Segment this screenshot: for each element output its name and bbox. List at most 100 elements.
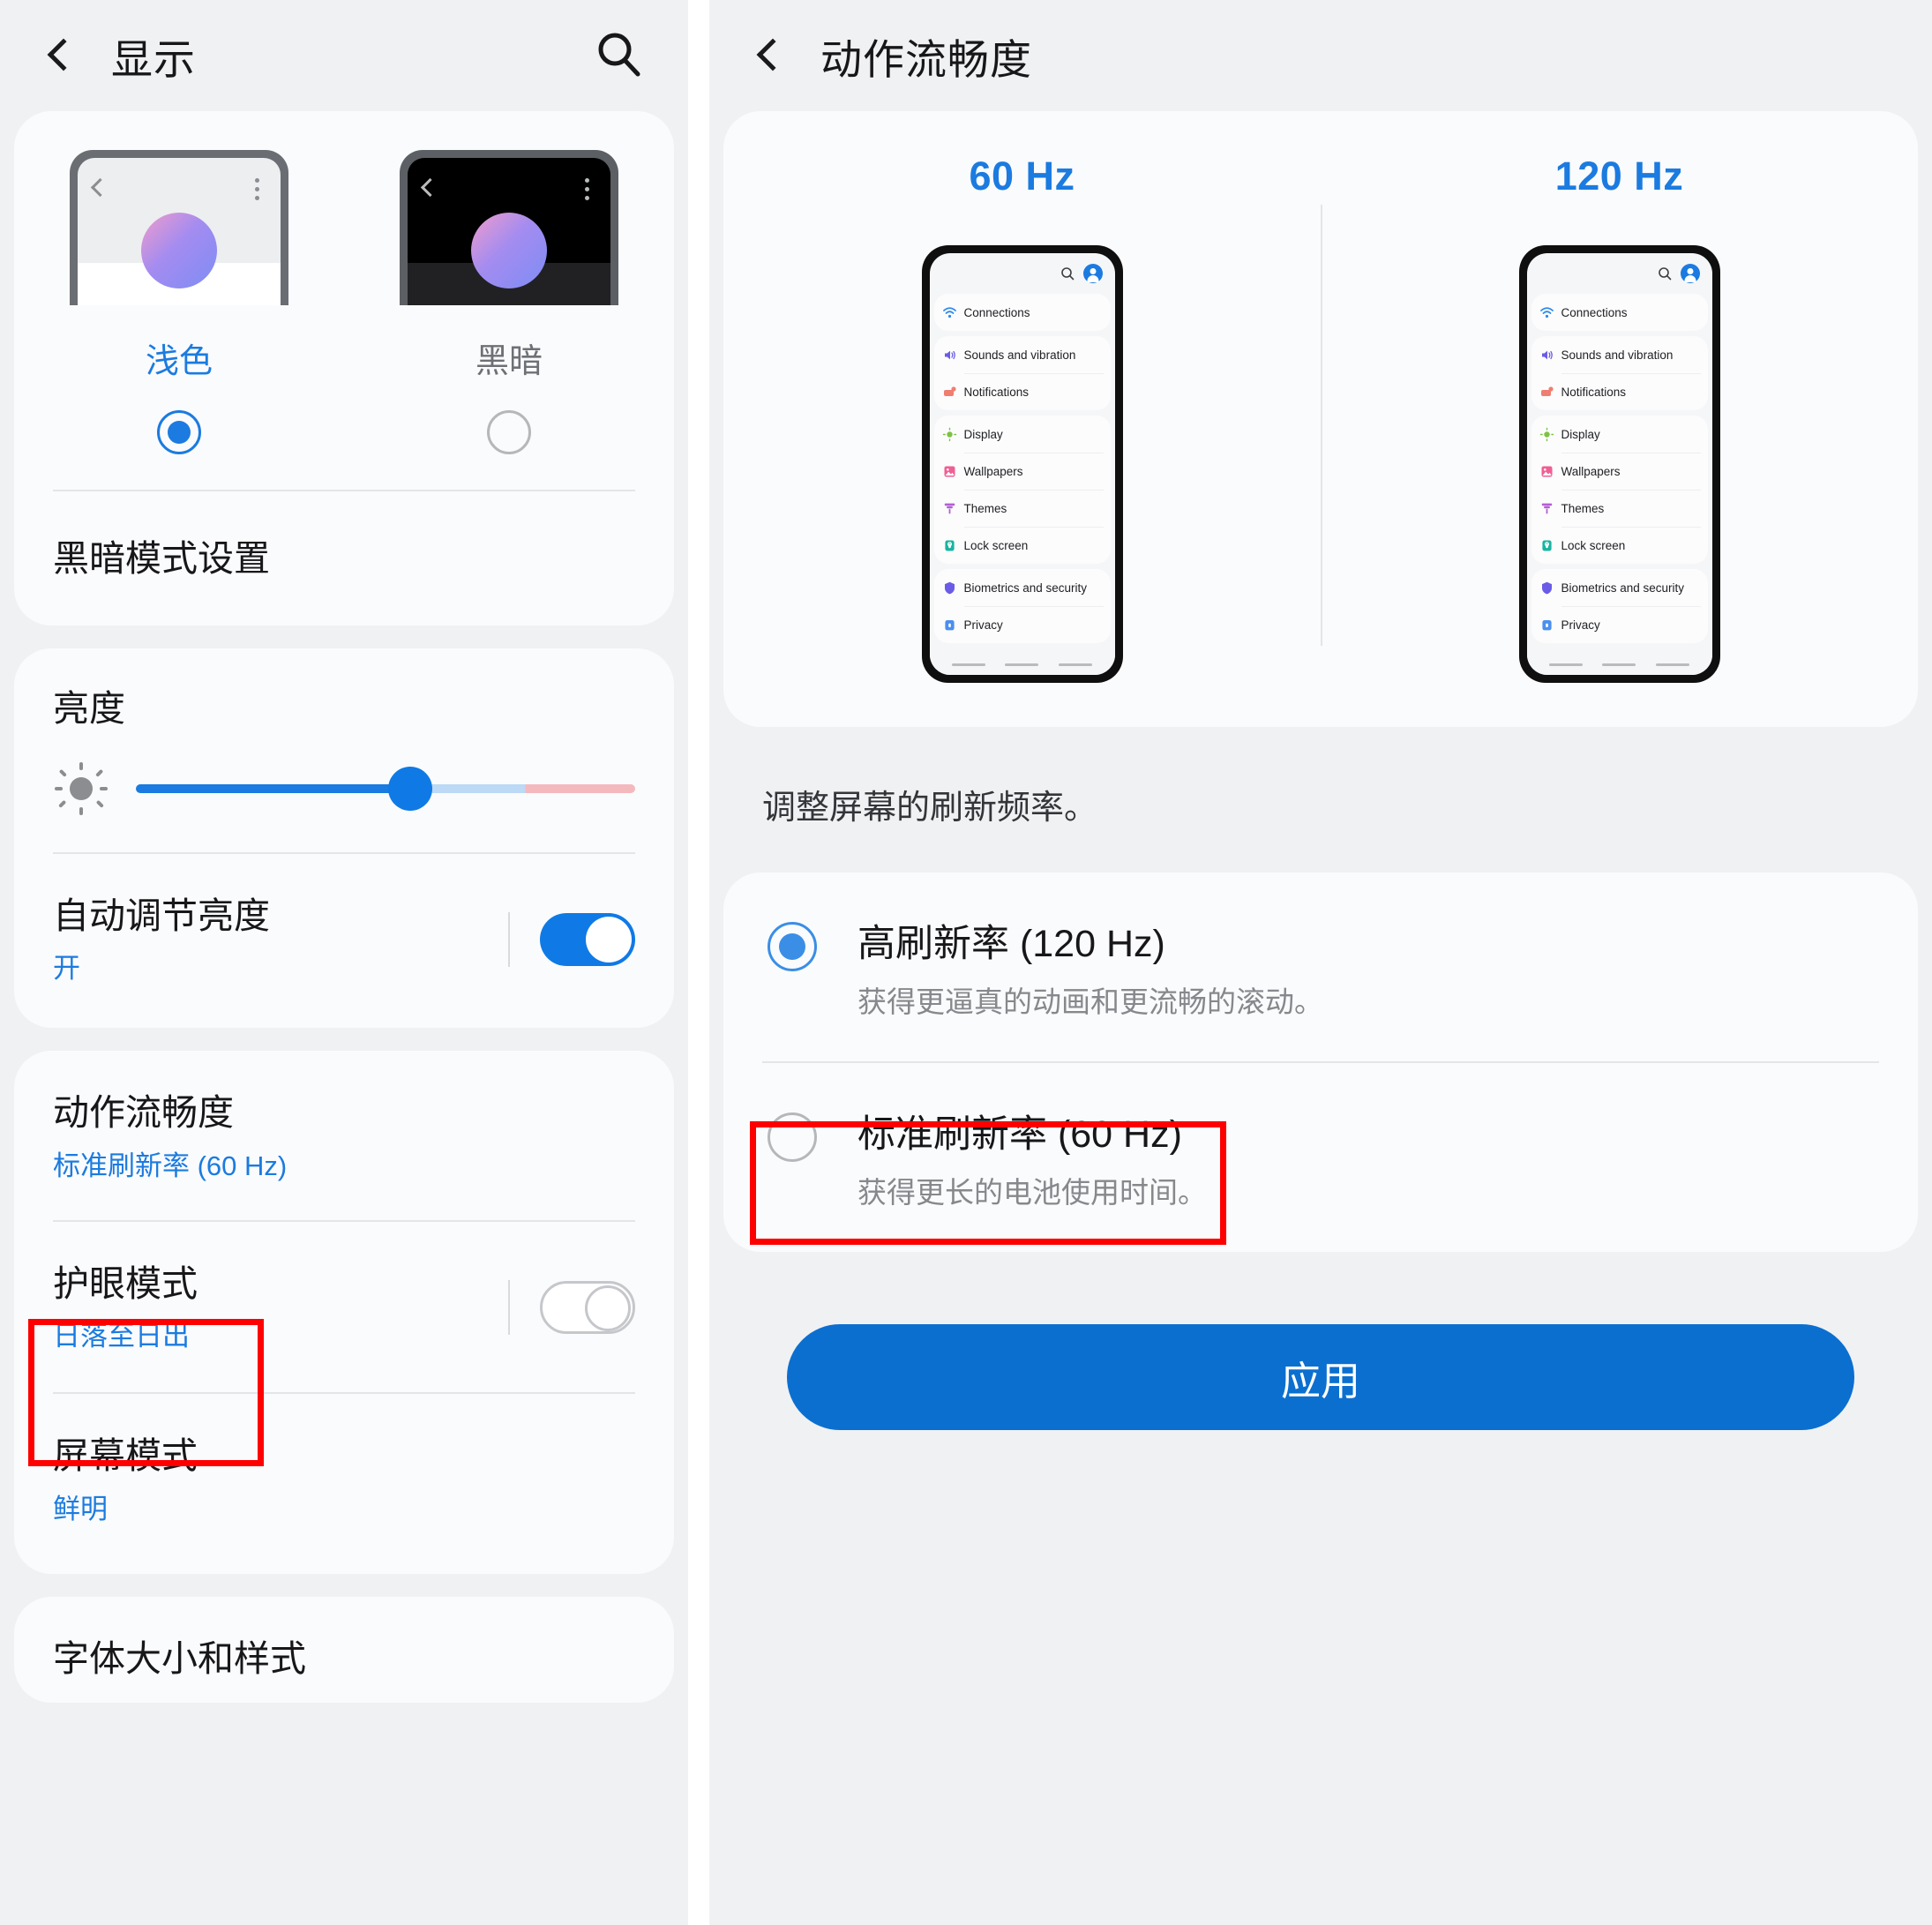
dual-screenshot: 显示 浅色 黑暗 黑暗模式设置 亮度 自动调节亮度 开 动作流畅度 标准刷新率 … [0, 0, 1932, 1925]
list-item: Connections [934, 294, 1111, 331]
screen-mode-label: 屏幕模式 [53, 1435, 198, 1477]
notification-icon [942, 385, 957, 400]
themes-icon [1539, 501, 1554, 516]
brightness-slider[interactable] [136, 766, 635, 811]
preview-label-60hz: 60 Hz [969, 154, 1075, 198]
divider [508, 1279, 510, 1335]
radio-high-refresh[interactable] [768, 922, 817, 972]
font-size-label: 字体大小和样式 [53, 1637, 306, 1679]
theme-card: 浅色 黑暗 黑暗模式设置 [14, 111, 674, 626]
theme-radio-light[interactable] [157, 410, 201, 454]
wallpaper-icon [1539, 464, 1554, 479]
list-item: Lock screen [1531, 527, 1708, 564]
wallpaper-icon [942, 464, 957, 479]
brightness-slider-thumb[interactable] [388, 766, 433, 811]
list-item: Privacy [1531, 606, 1708, 643]
radio-standard-refresh[interactable] [768, 1112, 817, 1163]
dark-mode-settings-row[interactable]: 黑暗模式设置 [14, 491, 674, 625]
font-size-row[interactable]: 字体大小和样式 [14, 1597, 674, 1703]
phone-mockup: Connections Sounds and vibration Notific… [921, 245, 1123, 683]
mock-group: Sounds and vibration Notifications [1531, 336, 1708, 410]
dark-theme-preview [400, 150, 618, 305]
avatar [1680, 264, 1700, 283]
mock-group: Connections [933, 294, 1111, 331]
preview-orb [141, 213, 217, 288]
theme-option-light[interactable]: 浅色 [14, 150, 344, 382]
list-item-label: Sounds and vibration [1561, 348, 1674, 362]
list-item: Biometrics and security [934, 569, 1111, 606]
left-app-bar: 显示 [0, 0, 688, 111]
theme-previews: 浅色 黑暗 [14, 111, 674, 398]
list-item: Wallpapers [1531, 453, 1708, 490]
brightness-icon [53, 760, 109, 817]
chevron-left-icon[interactable] [745, 32, 792, 79]
mock-navigation-bar [1526, 654, 1712, 675]
privacy-icon [1539, 618, 1554, 633]
list-item: Connections [1531, 294, 1708, 331]
list-item-label: Notifications [1561, 385, 1627, 399]
display-icon [1539, 427, 1554, 442]
mock-group: Biometrics and security Privacy [1531, 569, 1708, 643]
preview-120hz: 120 Hz Connections Sounds and vibration … [1321, 154, 1918, 727]
preview-label-120hz: 120 Hz [1554, 154, 1684, 198]
list-item-label: Sounds and vibration [963, 348, 1076, 362]
theme-radio-dark[interactable] [487, 410, 531, 454]
theme-option-dark[interactable]: 黑暗 [344, 150, 674, 382]
theme-label-dark: 黑暗 [475, 343, 543, 380]
preview-more-icon [585, 178, 589, 205]
list-item-label: Lock screen [963, 538, 1029, 552]
option-high-refresh[interactable]: 高刷新率 (120 Hz) 获得更逼真的动画和更流畅的滚动。 [723, 873, 1918, 1061]
phone-mockup: Connections Sounds and vibration Notific… [1518, 245, 1720, 683]
auto-brightness-toggle[interactable] [540, 912, 635, 966]
privacy-icon [942, 618, 957, 633]
motion-smoothness-row[interactable]: 动作流畅度 标准刷新率 (60 Hz) [14, 1051, 674, 1219]
option-standard-refresh[interactable]: 标准刷新率 (60 Hz) 获得更长的电池使用时间。 [723, 1063, 1918, 1252]
list-item-label: Themes [963, 501, 1007, 515]
chevron-left-icon[interactable] [35, 32, 83, 79]
list-item: Notifications [934, 373, 1111, 410]
list-item-label: Display [963, 427, 1003, 441]
screen-mode-row[interactable]: 屏幕模式 鲜明 [14, 1394, 674, 1573]
list-item-label: Lock screen [1561, 538, 1626, 552]
auto-brightness-row[interactable]: 自动调节亮度 开 [14, 854, 674, 1028]
list-item: Sounds and vibration [1531, 336, 1708, 373]
list-item: Display [1531, 416, 1708, 453]
option-standard-refresh-sub: 获得更长的电池使用时间。 [857, 1176, 1207, 1210]
list-item-label: Biometrics and security [963, 580, 1088, 595]
refresh-rate-options-card: 高刷新率 (120 Hz) 获得更逼真的动画和更流畅的滚动。 标准刷新率 (60… [723, 873, 1918, 1253]
list-item: Themes [934, 490, 1111, 527]
shield-icon [942, 580, 957, 595]
lock-icon [1539, 538, 1554, 553]
list-item-label: Wallpapers [1561, 464, 1621, 478]
list-item: Themes [1531, 490, 1708, 527]
list-item: Privacy [934, 606, 1111, 643]
list-item-label: Display [1561, 427, 1600, 441]
light-theme-preview [70, 150, 288, 305]
speaker-icon [1539, 348, 1554, 363]
motion-smoothness-screen: 动作流畅度 60 Hz Connections Sounds and vibra… [709, 0, 1932, 1925]
apply-button[interactable]: 应用 [787, 1324, 1854, 1431]
list-item: Notifications [1531, 373, 1708, 410]
eye-comfort-toggle[interactable] [540, 1280, 635, 1334]
search-icon[interactable] [593, 28, 646, 81]
eye-comfort-row[interactable]: 护眼模式 日落至日出 [14, 1222, 674, 1392]
page-title: 显示 [111, 35, 196, 83]
preview-orb [471, 213, 547, 288]
option-high-refresh-sub: 获得更逼真的动画和更流畅的滚动。 [857, 985, 1323, 1019]
panel-divider [688, 0, 709, 1925]
eye-comfort-label: 护眼模式 [53, 1262, 198, 1304]
mock-navigation-bar [929, 654, 1115, 675]
refresh-rate-preview-card: 60 Hz Connections Sounds and vibration N… [723, 111, 1918, 727]
motion-smoothness-value: 标准刷新率 (60 Hz) [53, 1150, 288, 1181]
list-item: Biometrics and security [1531, 569, 1708, 606]
list-item: Lock screen [934, 527, 1111, 564]
list-item-label: Privacy [963, 618, 1003, 632]
page-title: 动作流畅度 [820, 35, 1032, 83]
speaker-icon [942, 348, 957, 363]
preview-more-icon [255, 178, 259, 205]
display-options-card: 动作流畅度 标准刷新率 (60 Hz) 护眼模式 日落至日出 屏幕模式 鲜明 [14, 1051, 674, 1574]
brightness-slider-row[interactable] [14, 741, 674, 852]
search-icon [1658, 266, 1672, 281]
list-item-label: Biometrics and security [1561, 580, 1685, 595]
apply-button-wrap: 应用 [709, 1275, 1932, 1431]
